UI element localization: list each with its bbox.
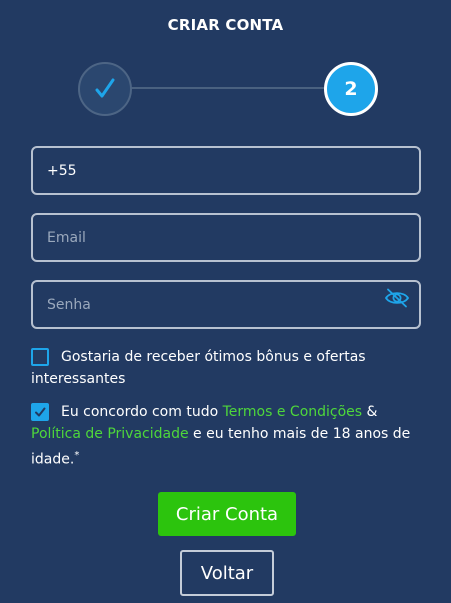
terms-consent-row: Eu concordo com tudo Termos e Condições … [31,401,423,471]
password-field[interactable] [31,280,421,329]
eye-slash-icon[interactable] [384,288,410,308]
step-2-current: 2 [324,62,378,116]
password-input[interactable] [33,282,419,327]
terms-checkbox[interactable] [31,403,49,421]
phone-input[interactable] [33,148,419,193]
phone-field[interactable] [31,146,421,195]
bonus-consent-label: Gostaria de receber ótimos bônus e ofert… [31,349,366,387]
bonus-checkbox[interactable] [31,348,49,366]
bonus-consent-row: Gostaria de receber ótimos bônus e ofert… [31,346,423,390]
terms-link[interactable]: Termos e Condições [223,404,362,420]
page-title: CRIAR CONTA [167,16,284,34]
terms-text-middle: & [362,404,378,420]
required-asterisk: * [74,450,80,461]
step-connector-line [130,87,326,89]
create-account-button[interactable]: Criar Conta [158,492,296,536]
step-1-complete [78,62,132,116]
privacy-policy-link[interactable]: Política de Privacidade [31,426,189,442]
checkmark-icon [95,78,115,98]
back-button[interactable]: Voltar [180,550,274,596]
terms-consent-label: Eu concordo com tudo Termos e Condições … [31,401,423,471]
email-field[interactable] [31,213,421,262]
email-input[interactable] [33,215,419,260]
step-indicator: 2 [0,62,451,118]
checkmark-icon [35,407,46,417]
terms-text-prefix: Eu concordo com tudo [61,404,223,420]
